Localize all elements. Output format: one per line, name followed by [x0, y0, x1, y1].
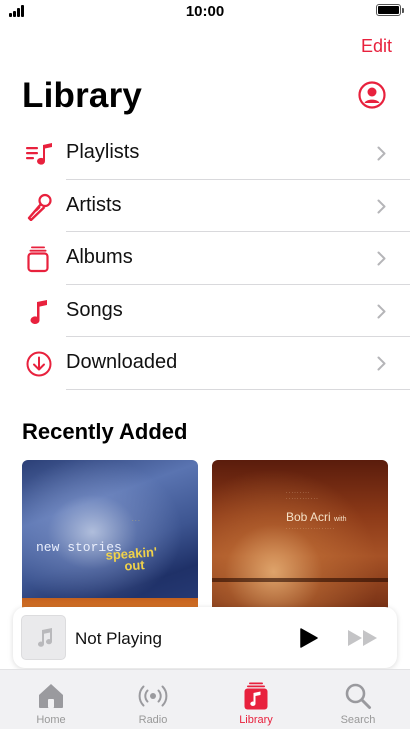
albums-icon: [27, 246, 49, 273]
album-art-detail: [212, 578, 388, 582]
divider: [66, 388, 410, 390]
tab-label: Library: [239, 714, 273, 726]
chevron-right-icon: [377, 356, 386, 371]
now-playing-artwork: [21, 615, 66, 660]
tab-bar: Home Radio Library Search: [0, 669, 410, 729]
home-icon: [39, 684, 63, 708]
album-art-text: Bob Acri with: [286, 510, 347, 524]
album-art-header: · · · · · · · · · · · · · · · · · · · · ·: [286, 490, 318, 501]
tab-label: Radio: [138, 714, 168, 726]
library-icon: [244, 682, 268, 710]
status-time: 10:00: [185, 3, 225, 20]
album-art-text-accent: speakin' out: [105, 544, 158, 574]
status-bar: 10:00: [0, 0, 410, 24]
library-menu: Playlists Artists Albums Songs Downloade…: [0, 127, 410, 390]
playlists-icon: [26, 143, 52, 165]
edit-button[interactable]: Edit: [361, 36, 392, 57]
download-icon: [26, 351, 52, 377]
menu-item-songs[interactable]: Songs: [0, 285, 410, 337]
fast-forward-icon[interactable]: [347, 628, 379, 648]
menu-item-label: Songs: [66, 298, 123, 321]
album-art-credit: · · ·: [132, 518, 140, 524]
menu-item-artists[interactable]: Artists: [0, 180, 410, 232]
play-icon[interactable]: [297, 627, 319, 649]
menu-item-albums[interactable]: Albums: [0, 232, 410, 285]
tab-library[interactable]: Library: [205, 670, 307, 729]
music-note-icon: [38, 628, 53, 647]
search-icon: [345, 683, 371, 709]
album-art: [212, 460, 388, 620]
tab-search[interactable]: Search: [307, 670, 409, 729]
recently-added-title: Recently Added: [22, 419, 188, 444]
menu-item-playlists[interactable]: Playlists: [0, 127, 410, 180]
radio-icon: [138, 685, 168, 707]
tab-label: Home: [36, 714, 66, 726]
menu-item-label: Artists: [66, 193, 122, 216]
album-art-subtitle: · · · · · · · · · · · · · · · · · ·: [286, 526, 335, 531]
menu-item-downloaded[interactable]: Downloaded: [0, 337, 410, 390]
now-playing-title: Not Playing: [75, 629, 162, 648]
chevron-right-icon: [377, 304, 386, 318]
account-button[interactable]: [358, 81, 386, 109]
menu-item-label: Albums: [66, 246, 133, 268]
chevron-right-icon: [377, 251, 386, 266]
microphone-icon: [27, 193, 52, 221]
chevron-right-icon: [377, 199, 386, 213]
account-icon: [358, 81, 386, 109]
battery-icon: [376, 4, 404, 16]
music-note-icon: [30, 299, 47, 324]
page-title: Library: [22, 76, 143, 115]
tab-home[interactable]: Home: [0, 670, 102, 729]
tab-label: Search: [340, 714, 376, 726]
album-card[interactable]: · · · · · · · · · · · · · · · · · · · · ·…: [212, 460, 388, 620]
menu-item-label: Downloaded: [66, 351, 178, 373]
menu-item-label: Playlists: [66, 141, 140, 163]
chevron-right-icon: [377, 146, 386, 161]
album-card[interactable]: · · · new stories speakin' out: [22, 460, 198, 620]
mini-player[interactable]: Not Playing: [13, 607, 397, 668]
tab-radio[interactable]: Radio: [102, 670, 204, 729]
